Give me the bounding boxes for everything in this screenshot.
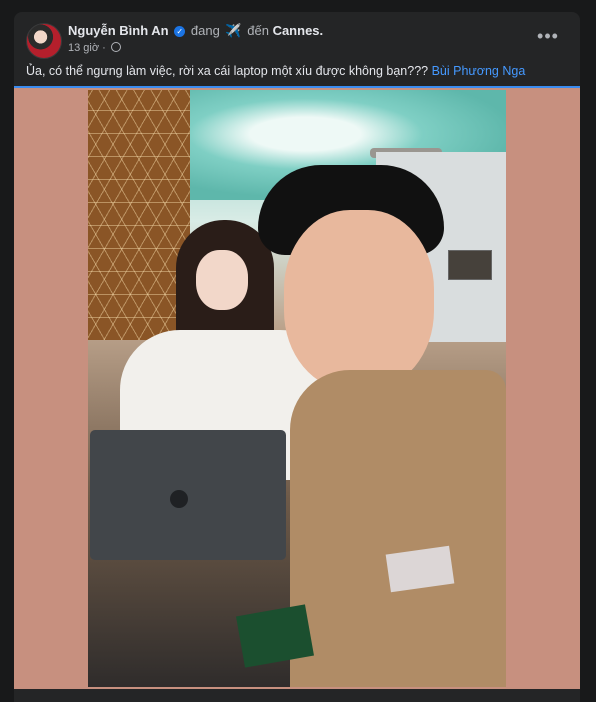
post-photo-frame[interactable] (14, 86, 580, 691)
post-time[interactable]: 13 giờ (68, 42, 99, 54)
laptop (90, 430, 286, 560)
post-footer-strip (14, 689, 580, 702)
post-photo[interactable] (88, 90, 506, 687)
more-options-button[interactable]: ••• (534, 27, 562, 50)
avatar[interactable] (26, 23, 62, 59)
apple-logo-icon (170, 490, 188, 508)
preposition-label: đến (247, 23, 269, 38)
caption-text: Ủa, có thể ngưng làm việc, rời xa cái la… (26, 64, 429, 78)
wooden-lattice (88, 90, 190, 340)
mention-link[interactable]: Bùi Phương Nga (432, 64, 526, 78)
post-card: Nguyễn Bình An ✓ đang ✈️ đến Cannes. 13 … (14, 12, 580, 702)
verified-badge-icon: ✓ (174, 26, 186, 37)
destination-link[interactable]: Cannes. (273, 23, 324, 38)
woman-face (196, 250, 248, 310)
plane-icon: ✈️ (225, 23, 242, 38)
globe-icon (110, 42, 121, 52)
author-name[interactable]: Nguyễn Bình An (68, 23, 169, 38)
post-title-line: Nguyễn Bình An ✓ đang ✈️ đến Cannes. (68, 23, 323, 39)
wall-screen (448, 250, 492, 280)
man-face (284, 210, 434, 390)
activity-label: đang (190, 23, 220, 38)
post-meta: 13 giờ · (68, 42, 121, 54)
man-shirt (290, 370, 506, 687)
post-header: Nguyễn Bình An ✓ đang ✈️ đến Cannes. 13 … (26, 22, 568, 62)
post-caption: Ủa, có thể ngưng làm việc, rời xa cái la… (26, 64, 568, 78)
